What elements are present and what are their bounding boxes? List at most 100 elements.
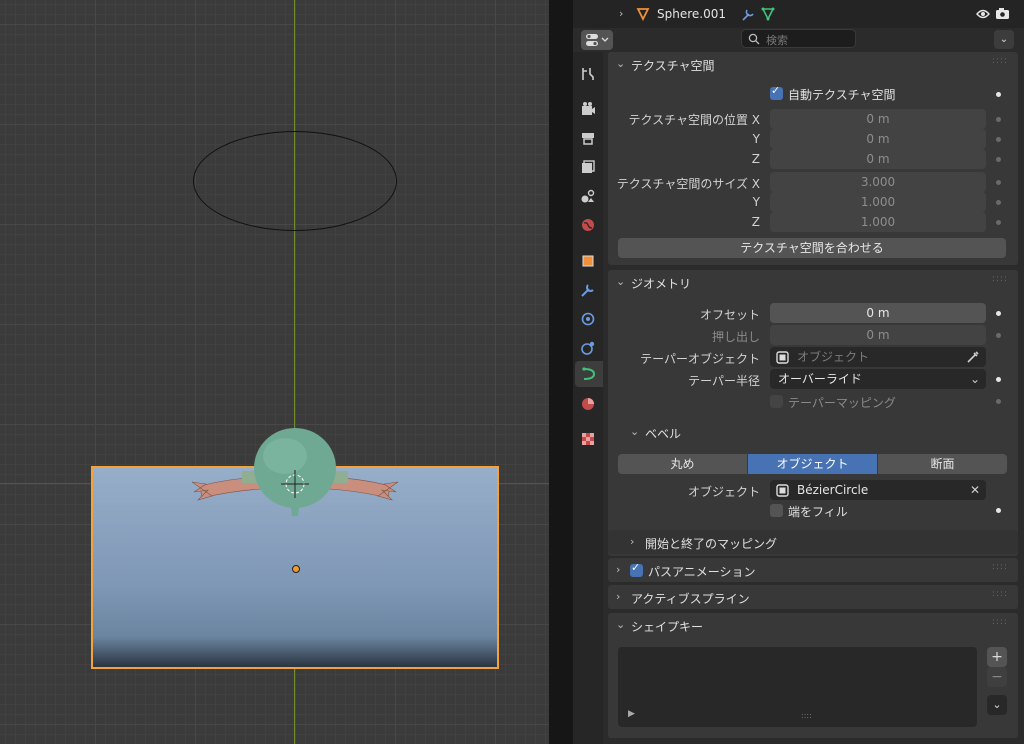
drag-grip-icon[interactable]: :::: (992, 56, 1008, 66)
character-model[interactable] (190, 426, 400, 521)
extrude-field[interactable]: 0 m (770, 325, 986, 345)
active-spline-panel-header[interactable]: › アクティブスプライン :::: (608, 585, 1018, 609)
chevron-down-icon: ⌄ (616, 618, 626, 631)
location-z-field[interactable]: 0 m (770, 149, 986, 169)
options-dropdown-button[interactable]: ⌄ (994, 30, 1014, 49)
checkmark-icon: ✓ (631, 561, 641, 574)
taper-object-placeholder: オブジェクト (797, 350, 870, 364)
tab-output[interactable] (578, 128, 598, 148)
modifier-wrench-icon[interactable] (741, 6, 781, 22)
bevel-subpanel-header[interactable]: ⌄ ベベル (608, 420, 1018, 444)
tab-view-layer[interactable] (578, 157, 598, 177)
resize-grip-icon[interactable]: :::: (801, 711, 812, 720)
extrude-label: 押し出し (711, 330, 760, 344)
properties-editor-icon (586, 34, 609, 46)
tab-curve-data[interactable] (575, 361, 603, 387)
area-divider[interactable] (549, 0, 573, 744)
keyframe-dot[interactable] (996, 137, 1001, 142)
fill-caps-checkbox[interactable] (770, 504, 783, 517)
tab-texture[interactable] (578, 429, 598, 449)
axis-z-label: Z (751, 152, 760, 166)
keyframe-dot[interactable] (996, 399, 1001, 404)
checkmark-icon: ✓ (771, 84, 781, 97)
eyedropper-icon[interactable] (966, 350, 980, 364)
tab-scene[interactable] (578, 186, 598, 206)
bevel-mode-object[interactable]: オブジェクト (748, 454, 878, 474)
tab-physics[interactable] (578, 338, 598, 358)
taper-radius-dropdown[interactable]: オーバーライド ⌄ (770, 369, 986, 389)
keyframe-dot[interactable] (996, 180, 1001, 185)
shape-keys-panel-header[interactable]: ⌄ シェイプキー :::: (608, 613, 1018, 637)
keyframe-dot[interactable] (996, 377, 1001, 382)
offset-field[interactable]: 0 m (770, 303, 986, 323)
texture-space-panel: ⌄ テクスチャ空間 :::: ✓ 自動テクスチャ空間 テクスチャ空間の位置 X … (608, 52, 1018, 265)
tab-render[interactable] (578, 99, 598, 119)
drag-grip-icon[interactable]: :::: (992, 589, 1008, 599)
outliner-object-row[interactable]: › Sphere.001 (573, 0, 1024, 28)
path-animation-checkbox[interactable]: ✓ (630, 561, 643, 577)
properties-content: ⌄ テクスチャ空間 :::: ✓ 自動テクスチャ空間 テクスチャ空間の位置 X … (608, 52, 1019, 744)
location-y-field[interactable]: 0 m (770, 129, 986, 149)
tab-modifiers[interactable] (578, 280, 598, 300)
remove-shape-key-button[interactable]: − (987, 667, 1007, 687)
chevron-down-icon: ⌄ (992, 698, 1002, 711)
visibility-eye-icon[interactable] (976, 6, 1016, 22)
location-x-field[interactable]: 0 m (770, 109, 986, 129)
drag-grip-icon[interactable]: :::: (992, 562, 1008, 572)
shape-key-specials-button[interactable]: ⌄ (987, 695, 1007, 715)
search-input[interactable]: 検索 (741, 29, 856, 48)
physics-icon (581, 341, 595, 355)
object-origin-point[interactable] (292, 565, 300, 573)
tab-particles[interactable] (578, 309, 598, 329)
drag-grip-icon[interactable]: :::: (992, 617, 1008, 627)
bevel-mode-round[interactable]: 丸め (618, 454, 748, 474)
world-icon (582, 219, 594, 231)
tab-material[interactable] (578, 394, 598, 414)
bezier-circle-curve[interactable] (193, 131, 397, 231)
keyframe-dot[interactable] (996, 333, 1001, 338)
auto-texture-space-checkbox[interactable]: ✓ (770, 84, 783, 100)
drag-grip-icon[interactable]: :::: (992, 274, 1008, 284)
object-icon (776, 484, 789, 497)
shape-keys-list[interactable]: ▶ :::: (618, 647, 977, 727)
mesh-data-icon (636, 8, 650, 22)
3d-viewport[interactable] (0, 0, 549, 744)
taper-object-field[interactable]: オブジェクト (770, 347, 986, 367)
start-end-mapping-subpanel-header[interactable]: › 開始と終了のマッピング (608, 530, 1018, 554)
size-z-field[interactable]: 1.000 (770, 212, 986, 232)
play-triangle-icon[interactable]: ▶ (628, 709, 635, 719)
bevel-object-field[interactable]: BézierCircle ✕ (770, 480, 986, 500)
chevron-right-icon: › (616, 590, 621, 603)
tab-object[interactable] (578, 251, 598, 271)
size-x-field[interactable]: 3.000 (770, 172, 986, 192)
editor-type-button[interactable] (581, 30, 613, 50)
keyframe-dot[interactable] (996, 117, 1001, 122)
keyframe-dot[interactable] (996, 157, 1001, 162)
keyframe-dot[interactable] (996, 220, 1001, 225)
bevel-object-label: オブジェクト (687, 485, 760, 499)
path-animation-panel-header[interactable]: › ✓ パスアニメーション :::: (608, 558, 1018, 582)
tab-tool[interactable] (578, 64, 598, 84)
tab-world[interactable] (578, 215, 598, 235)
chevron-down-icon: ⌄ (999, 34, 1009, 45)
keyframe-dot[interactable] (996, 508, 1001, 513)
geometry-panel-header[interactable]: ⌄ ジオメトリ :::: (608, 270, 1018, 294)
object-name[interactable]: Sphere.001 (657, 7, 726, 21)
chevron-right-icon[interactable]: › (619, 7, 623, 20)
close-icon[interactable]: ✕ (970, 480, 980, 500)
taper-mapping-label: テーパーマッピング (788, 396, 896, 410)
size-y-field[interactable]: 1.000 (770, 192, 986, 212)
match-texture-space-button[interactable]: テクスチャ空間を合わせる (618, 238, 1006, 258)
properties-header: 検索 ⌄ (573, 28, 1024, 52)
texture-space-panel-header[interactable]: ⌄ テクスチャ空間 :::: (608, 52, 1018, 76)
keyframe-dot[interactable] (996, 92, 1001, 97)
taper-mapping-checkbox[interactable] (770, 395, 783, 408)
keyframe-dot[interactable] (996, 200, 1001, 205)
search-placeholder: 検索 (766, 34, 788, 47)
add-shape-key-button[interactable]: + (987, 647, 1007, 667)
bevel-mode-selector[interactable]: 丸め オブジェクト 断面 (618, 454, 1007, 474)
chevron-down-icon: ⌄ (616, 57, 626, 70)
keyframe-dot[interactable] (996, 311, 1001, 316)
bevel-mode-profile[interactable]: 断面 (878, 454, 1007, 474)
view-layer-icon (582, 160, 595, 173)
